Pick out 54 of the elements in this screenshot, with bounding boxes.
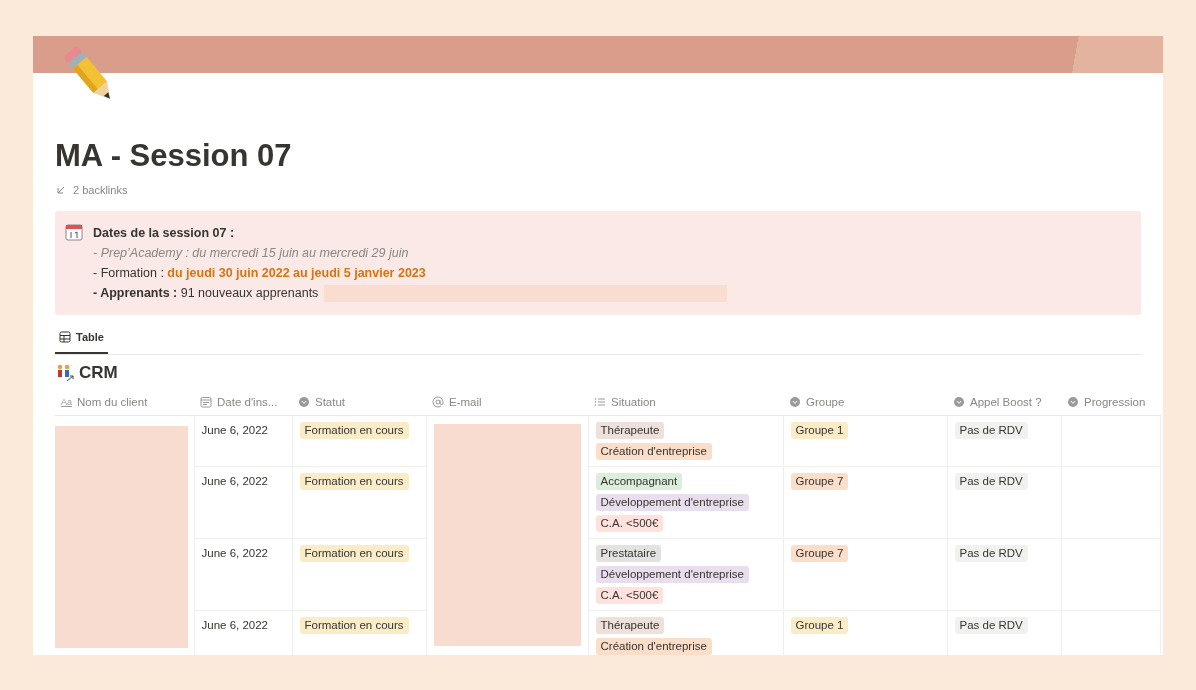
date-text: June 6, 2022 [201, 475, 268, 488]
dropdown-icon [953, 396, 965, 409]
people-icon [55, 363, 75, 382]
tag: Formation en cours [299, 545, 409, 563]
view-tab[interactable]: Table [55, 322, 108, 355]
database-title: CRM [79, 362, 118, 385]
table-icon [59, 330, 71, 343]
dropdown-icon [298, 396, 310, 409]
tag: Pas de RDV [954, 422, 1028, 440]
calendar-icon [65, 222, 83, 241]
column-header[interactable]: Groupe [806, 393, 845, 412]
column-header[interactable]: Appel Boost ? [970, 393, 1042, 412]
callout-heading: Dates de la session 07 : [93, 224, 236, 242]
tag: Développement d'entreprise [595, 566, 749, 584]
column-header[interactable]: Progression [1084, 393, 1146, 412]
tag: Pas de RDV [954, 617, 1028, 635]
tag: Groupe 7 [790, 545, 849, 563]
tag: Groupe 7 [790, 473, 849, 491]
at-sign-icon [432, 396, 444, 409]
callout-line: - Prep’Academy : du mercredi 15 juin au mercredi 29 juin [93, 245, 409, 260]
page-title: MA - Session 07 [55, 137, 293, 175]
column-header[interactable]: Date d'ins... [217, 393, 278, 412]
tag: Thérapeute [595, 422, 665, 440]
tag: Pas de RDV [954, 545, 1028, 563]
tag: Création d'entreprise [595, 638, 712, 655]
date-text: June 6, 2022 [201, 547, 268, 560]
tag: Groupe 1 [790, 422, 849, 440]
column-header[interactable]: Statut [315, 393, 346, 412]
tag: Accompagnant [595, 473, 683, 491]
tag: Groupe 1 [790, 617, 849, 635]
tag: Prestataire [595, 545, 662, 563]
arrow-icon [55, 184, 67, 197]
date-text: June 6, 2022 [201, 424, 268, 437]
dropdown-icon [789, 396, 801, 409]
tag: Formation en cours [299, 422, 409, 440]
dropdown-icon [1067, 396, 1079, 409]
tag: Pas de RDV [954, 473, 1028, 491]
column-header[interactable]: Situation [611, 393, 656, 412]
text-type-icon: Aa [61, 395, 72, 410]
tag: Formation en cours [299, 473, 409, 491]
date-text: June 6, 2022 [201, 619, 268, 632]
tag: Formation en cours [299, 617, 409, 635]
column-header[interactable]: Nom du client [77, 393, 148, 412]
callout-line: - Formation : du jeudi 30 juin 2022 au jeudi 5 janvier 2023 [93, 265, 426, 280]
tag: Thérapeute [595, 617, 665, 635]
list-icon [594, 396, 606, 409]
tag: C.A. <500€ [595, 515, 664, 533]
backlinks-link[interactable]: 2 backlinks [73, 182, 128, 199]
calendar-icon [200, 396, 212, 409]
tag: Création d'entreprise [595, 443, 712, 461]
callout-line: - Apprenants : 91 nouveaux apprenants [93, 285, 319, 300]
tag: Développement d'entreprise [595, 494, 749, 512]
column-header[interactable]: E-mail [449, 393, 482, 412]
tag: C.A. <500€ [595, 587, 664, 605]
